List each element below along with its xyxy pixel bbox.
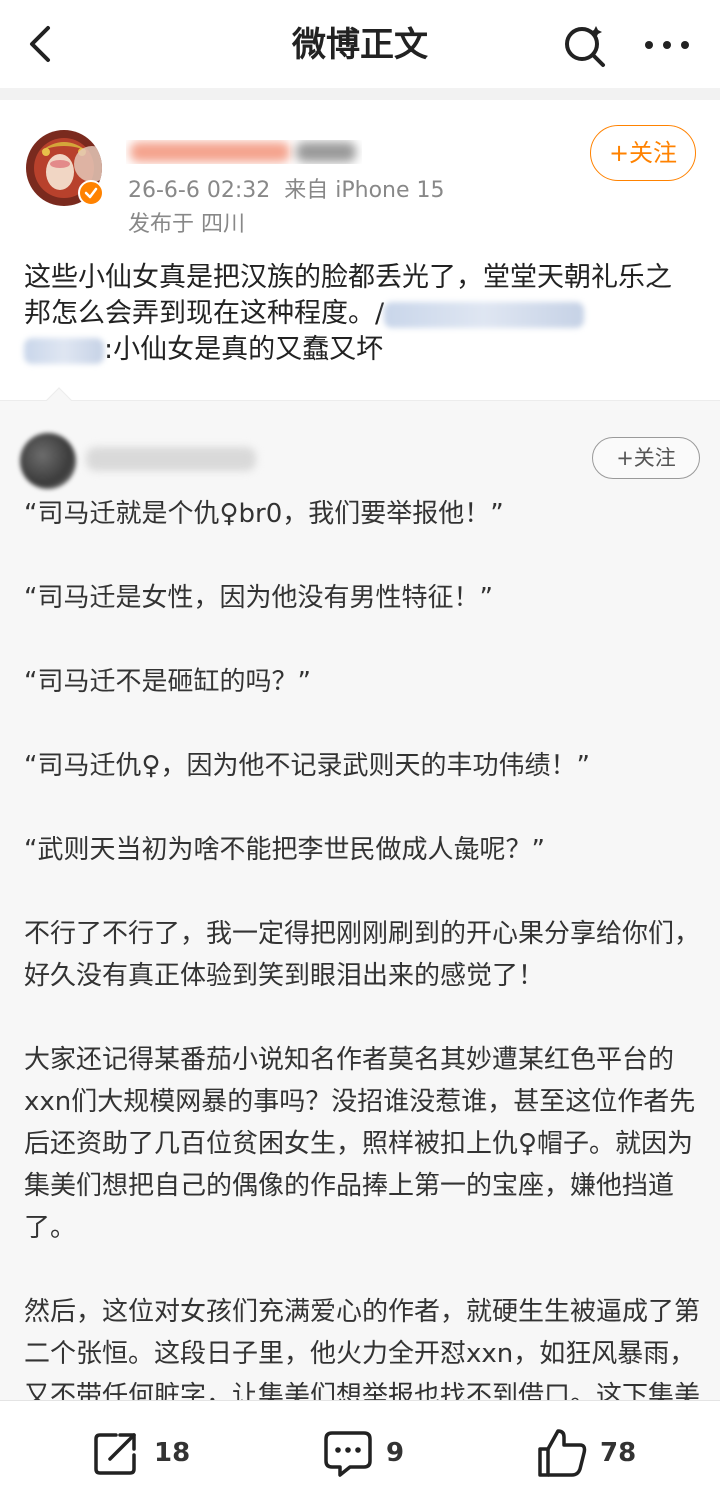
share-count: 18 (154, 1438, 191, 1468)
comment-icon (324, 1431, 372, 1477)
like-count: 78 (600, 1438, 637, 1468)
repost-paragraph: “司马迁是女性，因为他没有男性特征！” (24, 583, 493, 613)
repost-paragraph: 不行了不行了，我一定得把刚刚刷到的开心果分享给你们，好久没有真正体验到笑到眼泪出… (24, 919, 701, 991)
comment-count: 9 (386, 1438, 405, 1468)
bottom-action-bar: 18 9 78 (0, 1400, 720, 1495)
like-button[interactable]: 78 (536, 1427, 636, 1479)
repost-body: “司马迁就是个仇♀br0，我们要举报他！” “司马迁是女性，因为他没有男性特征！… (24, 493, 700, 1459)
page-title: 微博正文 (292, 25, 428, 65)
search-button[interactable] (560, 20, 610, 70)
post-meta: 26-6-6 02:32 来自 iPhone 15 (128, 176, 459, 206)
repost-paragraph: “司马迁不是砸缸的吗？” (24, 667, 311, 697)
more-button[interactable] (640, 20, 694, 70)
verified-badge-icon (78, 180, 104, 206)
post-location: 发布于 四川 (128, 212, 245, 237)
repost-author-name-blurred[interactable] (86, 447, 256, 471)
repost-author-avatar[interactable] (20, 433, 76, 489)
thumbs-up-icon (538, 1429, 587, 1477)
nav-divider (0, 88, 720, 100)
blurred-mention[interactable] (384, 301, 585, 328)
more-dots-icon (645, 41, 689, 49)
author-name-blurred[interactable] (126, 136, 366, 166)
post-text: 这些小仙女真是把汉族的脸都丢光了，堂堂天朝礼乐之邦怎么会弄到现在这种程度。/:小… (24, 260, 696, 368)
weibo-post: 26-6-6 02:32 来自 iPhone 15 发布于 四川 +关注 这些小仙… (0, 100, 720, 400)
share-icon (94, 1433, 136, 1475)
share-button[interactable]: 18 (90, 1427, 190, 1479)
repost-paragraph: “司马迁仇♀，因为他不记录武则天的丰功伟绩！” (24, 751, 590, 781)
repost-paragraph: 大家还记得某番茄小说知名作者莫名其妙遭某红色平台的xxn们大规模网暴的事吗？没招… (24, 1045, 696, 1243)
search-icon (565, 26, 605, 67)
blurred-mention[interactable] (24, 337, 104, 364)
comment-button[interactable]: 9 (322, 1427, 404, 1479)
follow-button[interactable]: +关注 (590, 125, 696, 181)
reposted-weibo[interactable]: +关注 “司马迁就是个仇♀br0，我们要举报他！” “司马迁是女性，因为他没有男… (0, 387, 720, 1453)
post-timestamp: 26-6-6 02:32 (128, 178, 271, 203)
top-nav-bar: 微博正文 (0, 0, 720, 100)
repost-paragraph: “武则天当初为啥不能把李世民做成人彘呢？” (24, 835, 545, 865)
post-text-part2: :小仙女是真的又蠢又坏 (104, 334, 384, 365)
repost-follow-button[interactable]: +关注 (592, 437, 700, 479)
repost-paragraph: “司马迁就是个仇♀br0，我们要举报他！” (24, 499, 504, 529)
post-source: 来自 iPhone 15 (284, 178, 445, 203)
